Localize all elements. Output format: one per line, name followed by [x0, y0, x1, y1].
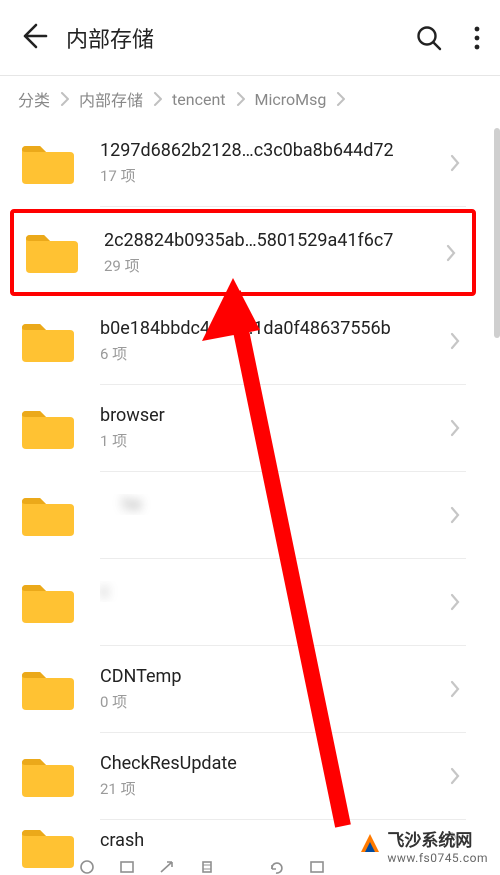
- folder-row[interactable]: CDNTemp 0 项: [0, 646, 486, 733]
- folder-name: 2c28824b0935ab…5801529a41f6c7: [104, 230, 428, 251]
- chevron-right-icon: [60, 92, 69, 106]
- folder-item-count: 1 项: [100, 430, 432, 451]
- folder-texts: c: [100, 559, 466, 646]
- folder-item-count: [100, 519, 432, 537]
- chevron-right-icon: [236, 92, 245, 106]
- folder-item-count: 21 项: [100, 778, 432, 799]
- tool-circle-icon[interactable]: [78, 859, 96, 875]
- folder-name: 1297d6862b2128…c3c0ba8b644d72: [100, 140, 432, 161]
- page-title: 内部存储: [66, 22, 154, 54]
- folder-texts: CDNTemp 0 项: [100, 646, 466, 733]
- watermark-logo-icon: [359, 832, 381, 859]
- folder-icon: [20, 142, 76, 186]
- folder-name: browser: [100, 405, 432, 426]
- folder-texts: 1297d6862b2128…c3c0ba8b644d72 17 项: [100, 120, 466, 207]
- breadcrumb: 分类 内部存储 tencent MicroMsg: [0, 75, 500, 122]
- folder-row[interactable]: 2c28824b0935ab…5801529a41f6c7 29 项: [10, 209, 476, 296]
- folder-item-count: [100, 606, 432, 624]
- chevron-right-icon: [446, 244, 456, 262]
- folder-item-count: 6 项: [100, 343, 432, 364]
- tool-crop-icon[interactable]: [198, 859, 216, 875]
- watermark-url: www.fs0745.com: [387, 851, 488, 865]
- more-menu-icon[interactable]: [470, 21, 484, 55]
- folder-icon: [20, 826, 76, 854]
- folder-name: CDNTemp: [100, 666, 432, 687]
- tool-rect-icon[interactable]: [118, 859, 136, 875]
- editor-toolbar: [78, 857, 326, 875]
- folder-texts: b0e184bbdc4a ff…1da0f48637556b 6 项: [100, 298, 466, 385]
- folder-texts: browser 1 项: [100, 385, 466, 472]
- chevron-right-icon: [450, 419, 460, 437]
- tool-redo-icon[interactable]: [268, 859, 286, 875]
- folder-texts: CheckResUpdate 21 项: [100, 733, 466, 820]
- breadcrumb-item[interactable]: 内部存储: [79, 87, 143, 111]
- folder-row[interactable]: 1297d6862b2128…c3c0ba8b644d72 17 项: [0, 120, 486, 207]
- back-icon[interactable]: [18, 21, 48, 55]
- folder-name: CheckResUpdate: [100, 753, 432, 774]
- chevron-right-icon: [450, 680, 460, 698]
- folder-item-count: 29 项: [104, 255, 428, 276]
- file-manager-screen: { "header": { "title": "内部存储" }, "breadc…: [0, 0, 500, 875]
- folder-list: 1297d6862b2128…c3c0ba8b644d72 17 项 2c28824…: [0, 120, 486, 875]
- watermark-brand: 飞沙系统网: [387, 831, 472, 851]
- folder-texts: 2c28824b0935ab…5801529a41f6c7 29 项: [104, 213, 462, 292]
- chevron-right-icon: [450, 593, 460, 611]
- folder-row[interactable]: b0e184bbdc4a ff…1da0f48637556b 6 项: [0, 298, 486, 385]
- folder-row[interactable]: he: [0, 472, 486, 559]
- search-icon[interactable]: [416, 25, 442, 51]
- chevron-right-icon: [153, 92, 162, 106]
- breadcrumb-item[interactable]: tencent: [172, 90, 225, 109]
- folder-name: b0e184bbdc4a ff…1da0f48637556b: [100, 318, 432, 339]
- folder-icon: [20, 320, 76, 364]
- folder-icon: [20, 668, 76, 712]
- breadcrumb-item[interactable]: 分类: [18, 87, 50, 111]
- header-bar: 内部存储: [0, 0, 500, 75]
- watermark: 飞沙系统网 www.fs0745.com: [359, 826, 488, 865]
- folder-icon: [20, 494, 76, 538]
- chevron-right-icon: [450, 154, 460, 172]
- scrollbar-thumb[interactable]: [494, 128, 500, 338]
- folder-row[interactable]: c: [0, 559, 486, 646]
- folder-icon: [20, 407, 76, 451]
- folder-texts: he: [100, 472, 466, 559]
- folder-icon: [20, 581, 76, 625]
- folder-row[interactable]: CheckResUpdate 21 项: [0, 733, 486, 820]
- folder-name: c: [100, 581, 432, 602]
- folder-name: he: [100, 494, 432, 515]
- folder-icon: [24, 231, 80, 275]
- chevron-right-icon: [336, 92, 345, 106]
- chevron-right-icon: [450, 767, 460, 785]
- folder-row[interactable]: browser 1 项: [0, 385, 486, 472]
- chevron-right-icon: [450, 332, 460, 350]
- folder-icon: [20, 755, 76, 799]
- tool-arrow-icon[interactable]: [158, 859, 176, 875]
- tool-rect2-icon[interactable]: [308, 859, 326, 875]
- folder-item-count: 17 项: [100, 165, 432, 186]
- breadcrumb-item[interactable]: MicroMsg: [255, 90, 327, 109]
- chevron-right-icon: [450, 506, 460, 524]
- folder-item-count: 0 项: [100, 691, 432, 712]
